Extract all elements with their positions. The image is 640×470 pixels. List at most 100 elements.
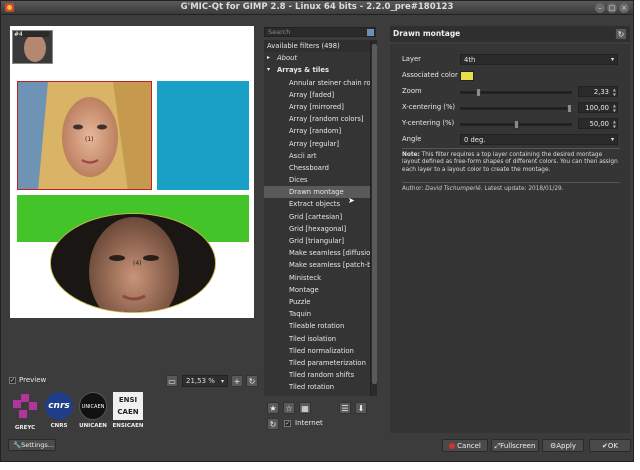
filter-item[interactable]: Annular steiner chain ro [264,77,370,89]
scrollbar-thumb[interactable] [372,44,377,384]
filter-item[interactable]: Tiled isolation [264,333,370,345]
color-swatch[interactable] [460,71,474,81]
filter-item[interactable]: Array [mirrored] [264,101,370,113]
associated-color-label: Associated color [402,71,458,79]
category-about[interactable]: ▸ About [264,52,370,64]
internet-checkbox[interactable]: ✓ [284,420,291,427]
apply-button[interactable]: ⚙Apply [542,439,584,452]
search-placeholder: Search [268,28,291,36]
slider-knob[interactable] [514,120,519,129]
zoom-in-icon: + [233,377,241,386]
cnrs-logo: cnrs CNRS [44,392,74,436]
filter-item[interactable]: Make seamless [diffusio [264,247,370,259]
filter-item[interactable]: Grid [triangular] [264,235,370,247]
ok-button[interactable]: ✔OK [589,439,631,452]
x-centering-spinbox[interactable]: 100,00 ▲ ▼ [578,102,618,113]
zoom-combo[interactable]: 21,53 % ▾ [182,375,228,387]
filter-item[interactable]: Tileable rotation [264,320,370,332]
filter-note: Note: This filter requires a top layer c… [402,152,620,174]
filter-item[interactable]: Ministeck [264,272,370,284]
angle-select[interactable]: 0 deg. ▾ [460,134,618,145]
expand-arrow-icon[interactable]: ▸ [267,52,270,64]
filter-item[interactable]: Array [faded] [264,89,370,101]
search-input[interactable]: Search [264,27,376,37]
filter-item[interactable]: Tiled rotation [264,381,370,393]
filter-toolbar: ★ ☆ ▦ ☰ ⬇ ↻ ✓ Internet [267,402,377,430]
filter-item[interactable]: Chessboard [264,162,370,174]
ensicaen-logo: ENSI CAEN ENSICAEN [112,392,144,436]
search-clear-icon[interactable] [367,29,374,36]
preview-checkbox[interactable]: ✓ [9,377,16,384]
zoom-slider[interactable] [460,88,572,97]
greyc-caption: GREYC [14,425,36,431]
parameter-list: Layer 4th ▾ Associated color Zoom 2,33 ▲ ▼ … [390,44,630,433]
layer-select[interactable]: 4th ▾ [460,54,618,65]
filter-item[interactable]: Dices [264,174,370,186]
spin-arrows-icon[interactable]: ▲ ▼ [613,103,616,113]
filter-item[interactable]: Grid [cartesian] [264,211,370,223]
preview-blue-tile [157,81,249,190]
maximize-icon[interactable]: □ [607,3,617,13]
spin-arrows-icon[interactable]: ▲ ▼ [613,87,616,97]
internet-label: Internet [295,419,323,427]
filters-header: Available filters (498) [264,40,370,53]
filter-item[interactable]: Array [random] [264,125,370,137]
download-button[interactable]: ⬇ [355,402,367,414]
unicaen-logo-mark: UNICAEN [79,392,107,420]
zoom-fit-button[interactable]: ▭ [166,375,178,387]
filter-item[interactable]: Tiled normalization [264,345,370,357]
filter-item[interactable]: Puzzle [264,296,370,308]
add-favorite-button[interactable]: ★ [267,402,279,414]
filter-item[interactable]: Tiled parameterization [264,357,370,369]
fullscreen-label: Fullscreen [500,442,536,450]
y-centering-slider[interactable] [460,120,572,129]
author-prefix: Author: [402,186,426,192]
slider-knob[interactable] [567,104,572,113]
note-text: This filter requires a top layer contain… [402,152,618,173]
selection-mode-button[interactable]: ▦ [299,402,311,414]
apply-label: Apply [556,442,577,450]
filter-list-scrollbar[interactable] [370,40,377,396]
filter-item[interactable]: Montage [264,284,370,296]
category-arrays-tiles[interactable]: ▾ Arrays & tiles [264,64,370,76]
spin-arrows-icon[interactable]: ▲ ▼ [613,119,616,129]
filter-item[interactable]: Tiled random shifts [264,369,370,381]
parameters-panel: Drawn montage ↻ Layer 4th ▾ Associated co… [390,26,630,433]
arrow-down-icon: ⬇ [357,404,365,413]
expand-collapse-button[interactable]: ☰ [339,402,351,414]
x-centering-slider[interactable] [460,104,572,113]
preview-canvas[interactable]: (1) (4) #4 [10,26,254,318]
filter-item[interactable]: Taquin [264,308,370,320]
collapse-arrow-icon[interactable]: ▾ [267,64,270,76]
cancel-button[interactable]: Cancel [442,439,488,452]
category-label: Arrays & tiles [277,66,330,75]
zoom-spinbox[interactable]: 2,33 ▲ ▼ [578,86,618,97]
minimize-icon[interactable]: – [595,3,605,13]
chevron-down-icon: ▾ [610,136,614,143]
cnrs-caption: CNRS [50,423,68,429]
filter-title-bar: Drawn montage ↻ [390,26,630,42]
refresh-preview-button[interactable]: ↻ [246,375,258,387]
filter-item[interactable]: Array [regular] [264,138,370,150]
update-filters-button[interactable]: ↻ [267,418,279,430]
filter-item[interactable]: Make seamless [patch-b [264,259,370,271]
settings-button[interactable]: 🔧Settings... [8,439,56,451]
close-icon[interactable]: × [619,3,629,13]
remove-favorite-button[interactable]: ☆ [283,402,295,414]
filter-item[interactable]: Grid [hexagonal] [264,223,370,235]
filter-tree[interactable]: Available filters (498) ▸ About ▾ Arrays &… [264,40,370,396]
filter-item[interactable]: Array [random colors] [264,113,370,125]
preview-label: Preview [19,376,47,384]
slider-knob[interactable] [476,88,481,97]
fullscreen-button[interactable]: ⤢Fullscreen [491,439,539,452]
filter-item[interactable]: Ascii art [264,150,370,162]
partner-logos: GREYC cnrs CNRS UNICAEN UNICAEN ENSI CAE… [10,392,150,436]
zoom-in-button[interactable]: + [231,375,243,387]
y-centering-spinbox[interactable]: 50,00 ▲ ▼ [578,118,618,129]
layer-thumbnail: #4 [12,30,53,64]
cnrs-logo-mark: cnrs [45,392,73,420]
ok-label: OK [607,442,618,450]
reset-icon: ↻ [617,30,625,39]
favorite-add-icon: ★ [269,404,277,413]
reset-params-button[interactable]: ↻ [615,28,627,40]
